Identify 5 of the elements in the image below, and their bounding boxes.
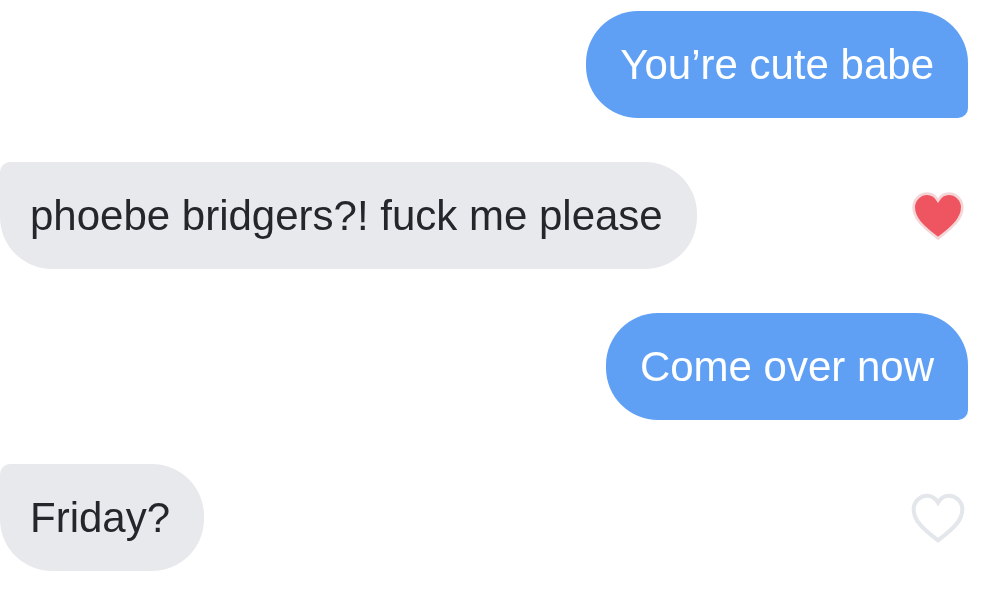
received-message: Friday? [0,464,205,571]
sent-message: Come over now [605,313,968,420]
sent-message: You’re cute babe [586,11,968,118]
received-message: phoebe bridgers?! fuck me please [0,162,697,269]
heart-icon[interactable] [910,190,966,241]
